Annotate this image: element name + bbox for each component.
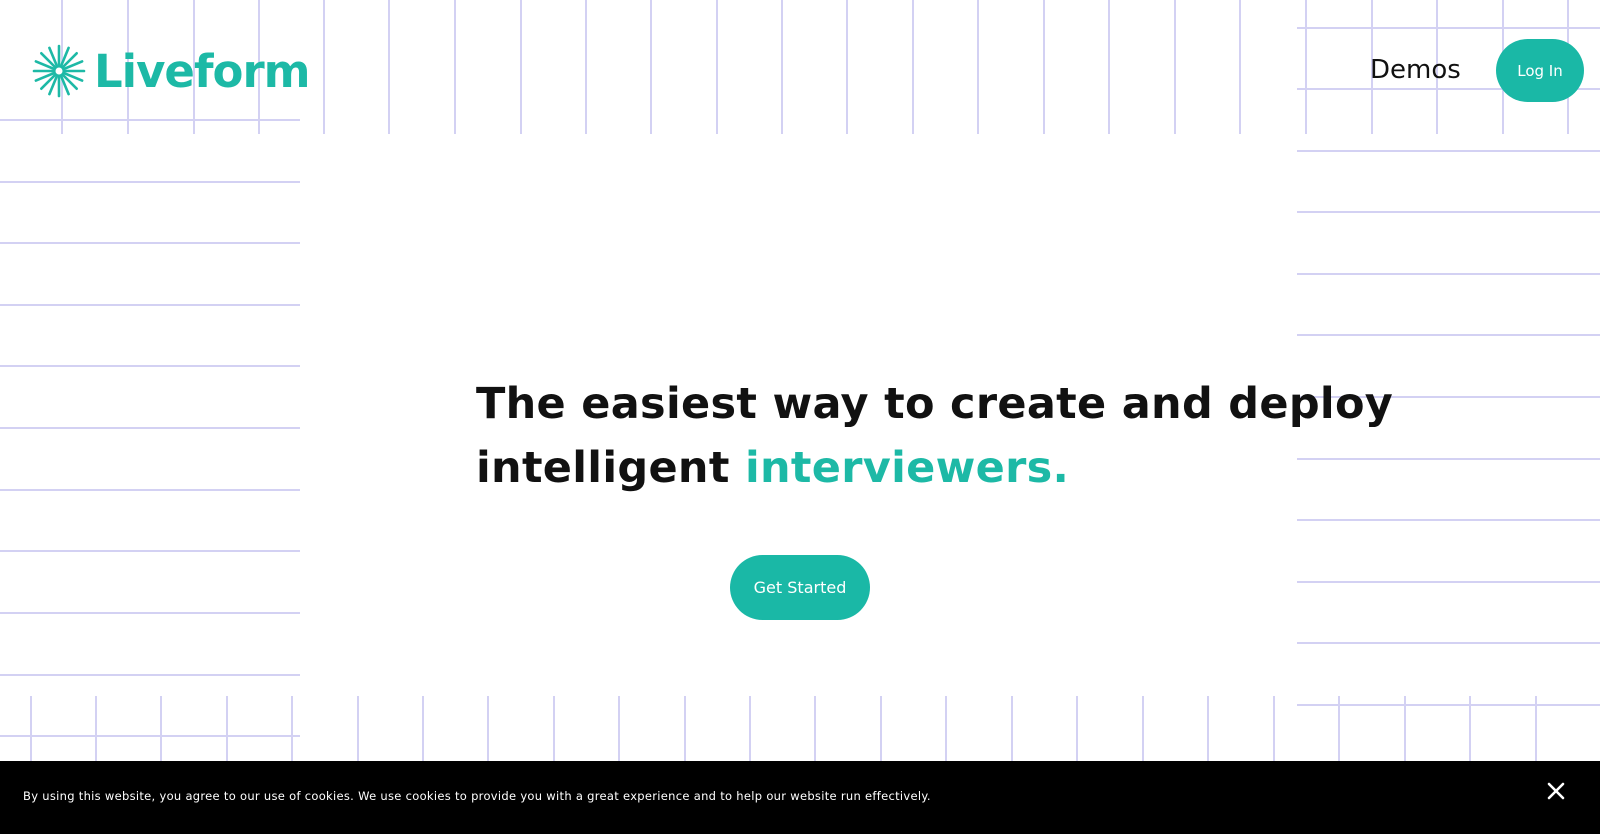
- cookie-banner: By using this website, you agree to our …: [0, 761, 1600, 834]
- get-started-button[interactable]: Get Started: [730, 555, 870, 620]
- hero-title-line1: The easiest way to create and deploy: [476, 379, 1394, 429]
- starburst-logo-icon: [32, 44, 86, 98]
- logo[interactable]: Liveform: [32, 44, 311, 98]
- hero-title-prefix: intelligent: [476, 443, 745, 493]
- close-icon[interactable]: [1544, 779, 1568, 803]
- hero-title-accent: interviewers.: [744, 443, 1070, 493]
- site-header: Liveform Demos Log In: [0, 0, 1600, 134]
- nav-demos-link[interactable]: Demos: [1370, 52, 1461, 88]
- hero-section: The easiest way to create and deploy int…: [476, 372, 1393, 500]
- login-button[interactable]: Log In: [1496, 39, 1584, 102]
- cookie-banner-text: By using this website, you agree to our …: [23, 789, 931, 803]
- logo-text: Liveform: [94, 44, 311, 98]
- hero-title: The easiest way to create and deploy int…: [476, 372, 1393, 500]
